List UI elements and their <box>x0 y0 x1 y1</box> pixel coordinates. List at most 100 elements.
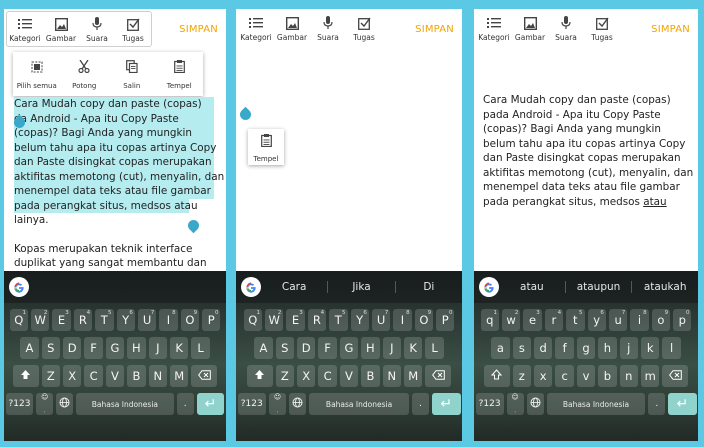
key-j[interactable]: J <box>382 337 401 359</box>
key-d[interactable]: d <box>534 337 553 359</box>
key-f[interactable]: F <box>318 337 337 359</box>
key-k[interactable]: K <box>403 337 423 359</box>
key-a[interactable]: a <box>491 337 510 359</box>
shift-key[interactable] <box>12 365 39 387</box>
key-d[interactable]: D <box>63 337 82 359</box>
key-m[interactable]: M <box>169 365 189 387</box>
toolbar-kategori[interactable]: Kategori <box>238 11 274 45</box>
key-h[interactable]: h <box>598 337 617 359</box>
key-l[interactable]: L <box>191 337 210 359</box>
key-c[interactable]: c <box>555 365 574 387</box>
shift-key[interactable] <box>246 365 273 387</box>
comma-key[interactable]: ☺, <box>506 393 524 415</box>
enter-key[interactable]: ↵ <box>432 393 461 415</box>
space-key[interactable]: Bahasa Indonesia <box>546 393 646 415</box>
key-e[interactable]: e3 <box>523 309 542 331</box>
key-c[interactable]: C <box>318 365 337 387</box>
key-r[interactable]: r4 <box>544 309 564 331</box>
symbols-key[interactable]: ?123 <box>475 393 504 415</box>
key-s[interactable]: s <box>512 337 532 359</box>
toolbar-tugas[interactable]: Tugas <box>584 11 620 45</box>
key-i[interactable]: i8 <box>630 309 649 331</box>
key-z[interactable]: z <box>512 365 532 387</box>
save-button[interactable]: SIMPAN <box>179 24 218 35</box>
toolbar-kategori[interactable]: Kategori <box>476 11 512 45</box>
key-u[interactable]: u7 <box>608 309 628 331</box>
key-t[interactable]: T5 <box>329 309 348 331</box>
symbols-key[interactable]: ?123 <box>5 393 34 415</box>
toolbar-tugas[interactable]: Tugas <box>115 12 151 46</box>
key-f[interactable]: f <box>555 337 574 359</box>
key-p[interactable]: P0 <box>436 309 455 331</box>
key-i[interactable]: I8 <box>159 309 178 331</box>
key-z[interactable]: Z <box>275 365 295 387</box>
key-s[interactable]: S <box>275 337 295 359</box>
key-q[interactable]: Q1 <box>243 309 262 331</box>
key-t[interactable]: T5 <box>95 309 114 331</box>
space-key[interactable]: Bahasa Indonesia <box>75 393 174 415</box>
key-g[interactable]: G <box>339 337 359 359</box>
menu-item-select-all[interactable]: Pilih semua <box>13 52 61 96</box>
key-r[interactable]: R4 <box>307 309 327 331</box>
key-o[interactable]: O9 <box>414 309 434 331</box>
toolbar-suara[interactable]: Suara <box>79 12 115 46</box>
key-y[interactable]: Y6 <box>350 309 369 331</box>
key-u[interactable]: U7 <box>137 309 157 331</box>
key-b[interactable]: B <box>127 365 146 387</box>
toolbar-tugas[interactable]: Tugas <box>346 11 382 45</box>
cursor-handle[interactable] <box>237 106 254 123</box>
suggestion-item[interactable]: atau <box>499 281 565 293</box>
key-w[interactable]: W2 <box>264 309 284 331</box>
backspace-key[interactable] <box>662 365 689 387</box>
key-s[interactable]: S <box>41 337 61 359</box>
enter-key[interactable]: ↵ <box>668 393 697 415</box>
key-z[interactable]: Z <box>41 365 61 387</box>
key-d[interactable]: D <box>297 337 316 359</box>
key-e[interactable]: E3 <box>52 309 71 331</box>
save-button[interactable]: SIMPAN <box>651 24 690 35</box>
google-icon[interactable] <box>479 277 499 297</box>
suggestion-item[interactable]: ataukah <box>632 281 698 293</box>
key-q[interactable]: Q1 <box>9 309 28 331</box>
key-h[interactable]: H <box>127 337 146 359</box>
key-v[interactable]: V <box>105 365 125 387</box>
key-u[interactable]: U7 <box>371 309 391 331</box>
save-button[interactable]: SIMPAN <box>415 24 454 35</box>
key-o[interactable]: o9 <box>651 309 671 331</box>
key-m[interactable]: M <box>403 365 423 387</box>
key-n[interactable]: N <box>148 365 167 387</box>
key-b[interactable]: b <box>598 365 617 387</box>
key-n[interactable]: N <box>382 365 401 387</box>
key-c[interactable]: C <box>84 365 103 387</box>
key-q[interactable]: q1 <box>480 309 499 331</box>
language-key[interactable] <box>56 393 73 415</box>
key-y[interactable]: y6 <box>587 309 606 331</box>
key-h[interactable]: H <box>361 337 380 359</box>
toolbar-gambar[interactable]: Gambar <box>512 11 548 45</box>
key-a[interactable]: A <box>20 337 39 359</box>
backspace-key[interactable] <box>425 365 452 387</box>
note-text[interactable]: Cara Mudah copy dan paste (copas) da And… <box>14 97 224 271</box>
symbols-key[interactable]: ?123 <box>237 393 266 415</box>
language-key[interactable] <box>289 393 307 415</box>
key-a[interactable]: A <box>254 337 273 359</box>
suggestion-item[interactable]: Jika <box>328 281 394 293</box>
language-key[interactable] <box>526 393 544 415</box>
period-key[interactable]: . <box>411 393 429 415</box>
key-e[interactable]: E3 <box>286 309 305 331</box>
key-k[interactable]: K <box>169 337 189 359</box>
suggestion-item[interactable]: ataupun <box>566 281 632 293</box>
key-b[interactable]: B <box>361 365 380 387</box>
space-key[interactable]: Bahasa Indonesia <box>309 393 409 415</box>
key-y[interactable]: Y6 <box>116 309 135 331</box>
suggestion-item[interactable]: Di <box>396 281 462 293</box>
suggestion-item[interactable]: Cara <box>261 281 327 293</box>
note-text[interactable]: Cara Mudah copy dan paste (copas) pada A… <box>483 93 693 209</box>
key-w[interactable]: w2 <box>501 309 521 331</box>
key-k[interactable]: k <box>640 337 660 359</box>
key-p[interactable]: P0 <box>202 309 221 331</box>
key-x[interactable]: x <box>534 365 553 387</box>
toolbar-kategori[interactable]: Kategori <box>7 12 43 46</box>
comma-key[interactable]: ☺, <box>269 393 287 415</box>
period-key[interactable]: . <box>648 393 666 415</box>
